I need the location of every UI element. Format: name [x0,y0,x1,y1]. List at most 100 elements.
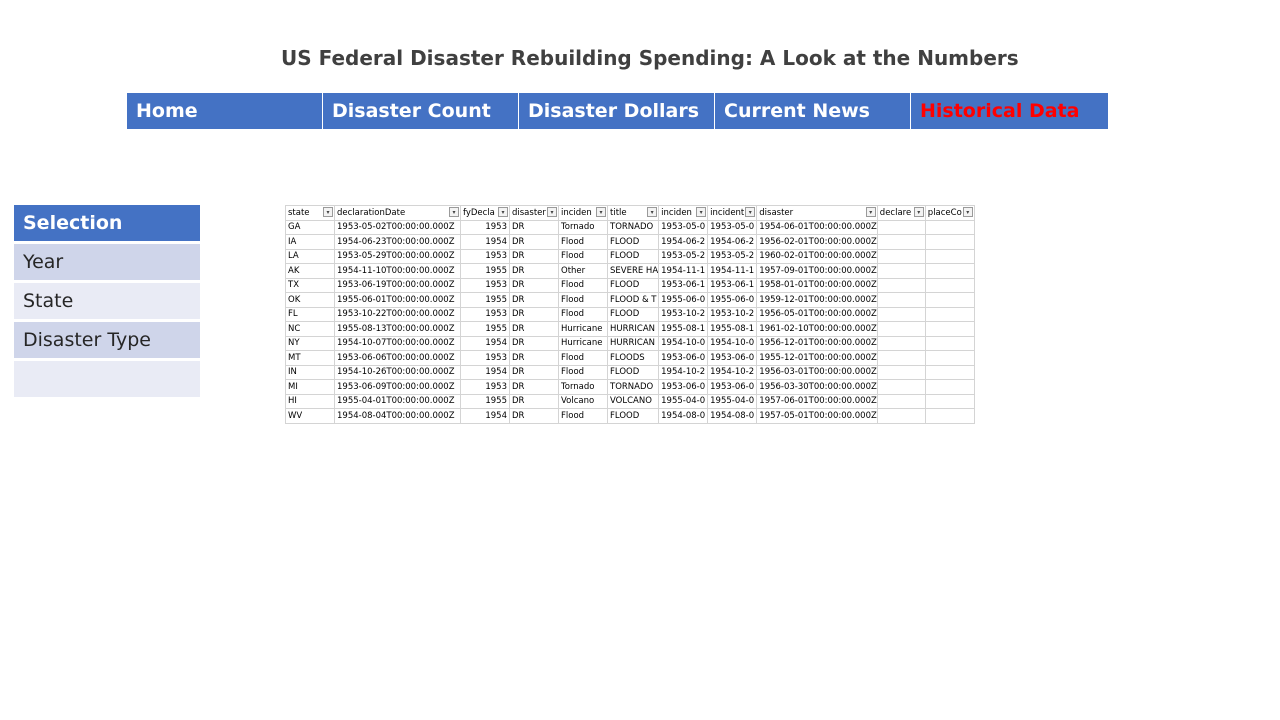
table-cell[interactable]: 1953-06-06T00:00:00.000Z [334,350,461,366]
table-cell[interactable]: 1954-11-10T00:00:00.000Z [334,263,461,279]
table-cell[interactable]: 1953 [460,248,510,264]
table-cell[interactable] [924,277,975,293]
table-cell[interactable]: DR [509,248,559,264]
table-cell[interactable]: 1954-06-2 [658,234,709,250]
table-cell[interactable]: TX [285,277,335,293]
table-cell[interactable]: 1954-11-1 [658,263,709,279]
table-cell[interactable]: HURRICAN [606,321,660,337]
nav-home[interactable]: Home [127,93,323,129]
table-cell[interactable]: Tornado [558,219,608,235]
table-cell[interactable]: 1956-03-01T00:00:00.000Z [756,364,878,380]
table-cell[interactable]: 1953-06-1 [658,277,709,293]
table-cell[interactable]: 1954-10-26T00:00:00.000Z [334,364,461,380]
table-cell[interactable]: SEVERE HA [606,263,660,279]
filter-dropdown-icon[interactable]: ▾ [323,207,333,217]
table-cell[interactable]: OK [285,292,335,308]
table-cell[interactable] [876,277,926,293]
filter-dropdown-icon[interactable]: ▾ [547,207,557,217]
table-cell[interactable]: 1958-01-01T00:00:00.000Z [756,277,878,293]
table-cell[interactable]: 1955 [460,321,510,337]
nav-historical-data[interactable]: Historical Data [911,93,1108,129]
selection-item-disaster-type[interactable]: Disaster Type [14,322,200,358]
table-cell[interactable]: 1953-05-0 [707,219,758,235]
table-cell[interactable] [876,219,926,235]
table-cell[interactable]: 1955-04-0 [658,393,709,409]
table-cell[interactable]: FLOOD [606,364,660,380]
table-cell[interactable]: 1954-06-2 [707,234,758,250]
table-cell[interactable]: 1955-12-01T00:00:00.000Z [756,350,878,366]
table-cell[interactable]: 1956-05-01T00:00:00.000Z [756,306,878,322]
table-cell[interactable]: 1955 [460,292,510,308]
table-cell[interactable]: DR [509,219,559,235]
table-cell[interactable]: IN [285,364,335,380]
table-cell[interactable] [924,219,975,235]
table-cell[interactable]: Flood [558,248,608,264]
table-cell[interactable]: HURRICAN [606,335,660,351]
table-cell[interactable] [924,379,975,395]
table-cell[interactable]: 1954 [460,335,510,351]
table-cell[interactable]: Flood [558,408,608,424]
table-cell[interactable]: 1953-05-0 [658,219,709,235]
table-cell[interactable]: 1955 [460,393,510,409]
table-cell[interactable]: 1953-06-1 [707,277,758,293]
table-cell[interactable]: 1955-04-0 [707,393,758,409]
table-cell[interactable]: 1955 [460,263,510,279]
table-cell[interactable]: 1953 [460,277,510,293]
table-cell[interactable]: 1957-09-01T00:00:00.000Z [756,263,878,279]
table-cell[interactable]: 1955-04-01T00:00:00.000Z [334,393,461,409]
table-cell[interactable] [876,292,926,308]
table-cell[interactable]: AK [285,263,335,279]
table-cell[interactable]: 1953-05-2 [658,248,709,264]
selection-item-empty[interactable] [14,361,200,397]
table-cell[interactable] [876,306,926,322]
table-cell[interactable]: Flood [558,234,608,250]
table-cell[interactable]: 1955-08-13T00:00:00.000Z [334,321,461,337]
table-cell[interactable] [876,393,926,409]
table-cell[interactable] [924,408,975,424]
table-cell[interactable]: 1955-06-01T00:00:00.000Z [334,292,461,308]
table-cell[interactable]: 1956-02-01T00:00:00.000Z [756,234,878,250]
table-cell[interactable]: Hurricane [558,321,608,337]
table-cell[interactable]: DR [509,364,559,380]
table-cell[interactable]: DR [509,306,559,322]
table-cell[interactable]: 1953-10-22T00:00:00.000Z [334,306,461,322]
table-cell[interactable]: 1956-03-30T00:00:00.000Z [756,379,878,395]
table-cell[interactable]: 1953-06-0 [658,379,709,395]
table-cell[interactable]: DR [509,393,559,409]
nav-disaster-dollars[interactable]: Disaster Dollars [519,93,715,129]
filter-dropdown-icon[interactable]: ▾ [962,207,973,217]
table-cell[interactable]: 1954-10-2 [707,364,758,380]
table-cell[interactable]: 1959-12-01T00:00:00.000Z [756,292,878,308]
table-cell[interactable]: 1953-06-09T00:00:00.000Z [334,379,461,395]
table-cell[interactable] [876,248,926,264]
table-cell[interactable]: 1956-12-01T00:00:00.000Z [756,335,878,351]
filter-dropdown-icon[interactable]: ▾ [913,207,924,217]
table-cell[interactable]: TORNADO [606,219,660,235]
filter-dropdown-icon[interactable]: ▾ [745,207,756,217]
table-cell[interactable]: DR [509,292,559,308]
table-cell[interactable] [876,350,926,366]
table-cell[interactable]: Flood [558,364,608,380]
filter-dropdown-icon[interactable]: ▾ [865,207,876,217]
filter-dropdown-icon[interactable]: ▾ [596,207,606,217]
table-cell[interactable] [924,292,975,308]
table-cell[interactable]: FLOOD & T [606,292,660,308]
table-cell[interactable]: FLOOD [606,234,660,250]
table-cell[interactable] [876,408,926,424]
table-cell[interactable]: 1954-08-0 [707,408,758,424]
table-cell[interactable] [924,248,975,264]
table-cell[interactable]: 1954-10-07T00:00:00.000Z [334,335,461,351]
table-cell[interactable]: FLOOD [606,277,660,293]
table-cell[interactable]: 1954-10-0 [658,335,709,351]
table-cell[interactable]: 1953-06-0 [707,379,758,395]
table-cell[interactable] [924,393,975,409]
table-cell[interactable]: 1954-06-01T00:00:00.000Z [756,219,878,235]
table-cell[interactable]: 1953-05-29T00:00:00.000Z [334,248,461,264]
table-cell[interactable]: FLOOD [606,408,660,424]
table-cell[interactable] [924,335,975,351]
table-cell[interactable]: 1953-10-2 [707,306,758,322]
table-cell[interactable]: 1953 [460,306,510,322]
table-cell[interactable]: 1953 [460,379,510,395]
table-cell[interactable]: DR [509,277,559,293]
table-cell[interactable] [876,263,926,279]
